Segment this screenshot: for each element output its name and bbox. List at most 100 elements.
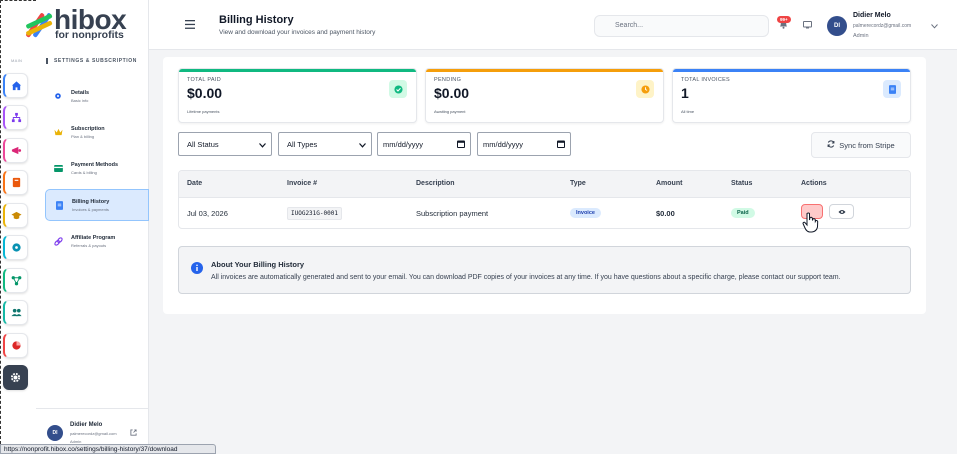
sidebar-header: SETTINGS & SUBSCRIPTION [46, 58, 137, 64]
user-name: Didier Melo [70, 422, 103, 428]
avatar: DI [47, 425, 63, 441]
invoice-icon [54, 200, 64, 210]
view-invoice-button[interactable] [829, 204, 854, 219]
cog-icon [11, 243, 21, 252]
sidebar-item-subtitle: Plan & billing [71, 133, 95, 139]
stat-card-accent [426, 69, 663, 72]
book-icon [12, 177, 20, 188]
column-header[interactable]: Type [570, 180, 586, 187]
column-header[interactable]: Status [731, 180, 752, 187]
rail-home-button[interactable] [3, 73, 28, 98]
rail-members-button[interactable] [3, 300, 28, 325]
check-circle-icon [389, 80, 407, 98]
sidebar-item-billing-history[interactable]: Billing History Invoices & payments [45, 189, 149, 221]
invoice-number: IUOG231G-0001 [287, 207, 342, 220]
sync-label: Sync from Stripe [839, 140, 895, 150]
invoice-description: Subscription payment [416, 209, 489, 218]
monitor-icon[interactable] [803, 21, 812, 31]
stat-value: $0.00 [434, 85, 470, 101]
chevron-down-icon [259, 141, 266, 150]
billing-info-box: About Your Billing History All invoices … [178, 246, 911, 294]
stat-value: 1 [681, 85, 689, 101]
calendar-icon[interactable] [557, 140, 565, 150]
rail-reports-button[interactable] [3, 333, 28, 358]
search-placeholder: Search... [615, 22, 644, 29]
search-input[interactable]: Search... [594, 15, 769, 37]
date-from-value: mm/dd/yyyy [383, 140, 424, 149]
gear-icon [10, 372, 21, 383]
chevron-down-icon [359, 141, 366, 150]
rail-education-button[interactable] [3, 203, 28, 228]
rail-section-label: MAIN [11, 58, 23, 63]
icon-rail: MAIN [0, 0, 36, 454]
page-title: Billing History [219, 14, 294, 26]
main-content: TOTAL PAID $0.00 Lifetime payments PENDI… [163, 57, 926, 314]
sidebar-item-subtitle: Invoices & payments [72, 206, 109, 212]
date-to-input[interactable]: mm/dd/yyyy [477, 132, 571, 156]
date-to-value: mm/dd/yyyy [483, 140, 524, 149]
megaphone-icon [11, 146, 21, 155]
calendar-icon[interactable] [457, 140, 465, 150]
rail-workflow-button[interactable] [3, 268, 28, 293]
credit-card-icon [53, 163, 63, 173]
column-header[interactable]: Description [416, 180, 455, 187]
column-header: Actions [801, 180, 827, 187]
sidebar-item-title: Details [71, 89, 90, 96]
type-filter-select[interactable]: All Types [278, 132, 372, 156]
stat-sub: All time [681, 109, 695, 114]
stat-value: $0.00 [187, 85, 223, 101]
stat-sub: Lifetime payments [187, 109, 220, 114]
stat-card-accent [673, 69, 910, 72]
type-filter-value: All Types [287, 140, 318, 149]
sync-from-stripe-button[interactable]: Sync from Stripe [811, 132, 911, 158]
column-header[interactable]: Amount [656, 180, 682, 187]
rail-documents-button[interactable] [3, 170, 28, 195]
avatar[interactable]: DI [827, 16, 847, 36]
link-icon [53, 236, 63, 246]
stat-label: TOTAL PAID [187, 77, 221, 83]
sidebar-item-subscription[interactable]: Subscription Plan & billing [45, 116, 149, 148]
sync-icon [827, 140, 835, 150]
graduation-cap-icon [10, 211, 22, 220]
page-subtitle: View and download your invoices and paym… [219, 29, 376, 36]
type-badge: Invoice [570, 208, 601, 218]
column-header[interactable]: Date [187, 180, 202, 187]
sidebar-item-subtitle: Basic info [71, 97, 89, 103]
crown-icon [53, 127, 63, 137]
stat-label: TOTAL INVOICES [681, 77, 731, 83]
date-from-input[interactable]: mm/dd/yyyy [377, 132, 471, 156]
table-header: Date Invoice # Description Type Amount S… [179, 171, 910, 198]
rail-org-button[interactable] [3, 105, 28, 130]
column-header[interactable]: Invoice # [287, 180, 317, 187]
stat-label: PENDING [434, 77, 462, 83]
users-icon [10, 308, 22, 317]
notification-badge: 99+ [777, 16, 791, 23]
sidebar-item-subtitle: Referrals & payouts [71, 242, 107, 248]
sidebar-item-title: Affiliate Program [71, 234, 116, 241]
user-role: Admin [853, 33, 869, 39]
chevron-down-icon[interactable] [931, 22, 938, 31]
rail-settings-button[interactable] [3, 365, 28, 390]
stat-card-accent [179, 69, 416, 72]
hashtag-logo-icon [26, 13, 53, 38]
stat-card-total-invoices: TOTAL INVOICES 1 All time [672, 68, 911, 123]
external-link-icon[interactable] [130, 429, 137, 438]
brand-tagline: for nonprofits [55, 29, 124, 41]
rail-campaigns-button[interactable] [3, 138, 28, 163]
sidebar-item-affiliate-program[interactable]: Affiliate Program Referrals & payouts [45, 225, 149, 257]
stat-card-pending: PENDING $0.00 Awaiting payment [425, 68, 664, 123]
rail-settings-gear-button[interactable] [3, 235, 28, 260]
status-filter-select[interactable]: All Status [178, 132, 272, 156]
clock-icon [636, 80, 654, 98]
sidebar-item-details[interactable]: Details Basic info [45, 80, 149, 112]
info-title: About Your Billing History [211, 260, 305, 269]
user-name: Didier Melo [853, 12, 891, 19]
sidebar-item-title: Payment Methods [71, 161, 119, 168]
brand-logo[interactable]: hibox for nonprofits [24, 6, 127, 42]
hamburger-menu-icon[interactable] [185, 20, 195, 31]
user-email: palmerecordz@gmail.com [70, 431, 117, 436]
stat-card-total-paid: TOTAL PAID $0.00 Lifetime payments [178, 68, 417, 123]
sidebar-item-payment-methods[interactable]: Payment Methods Cards & billing [45, 152, 149, 184]
browser-status-url: https://nonprofit.hibox.co/settings/bill… [0, 444, 216, 454]
status-filter-value: All Status [187, 140, 219, 149]
